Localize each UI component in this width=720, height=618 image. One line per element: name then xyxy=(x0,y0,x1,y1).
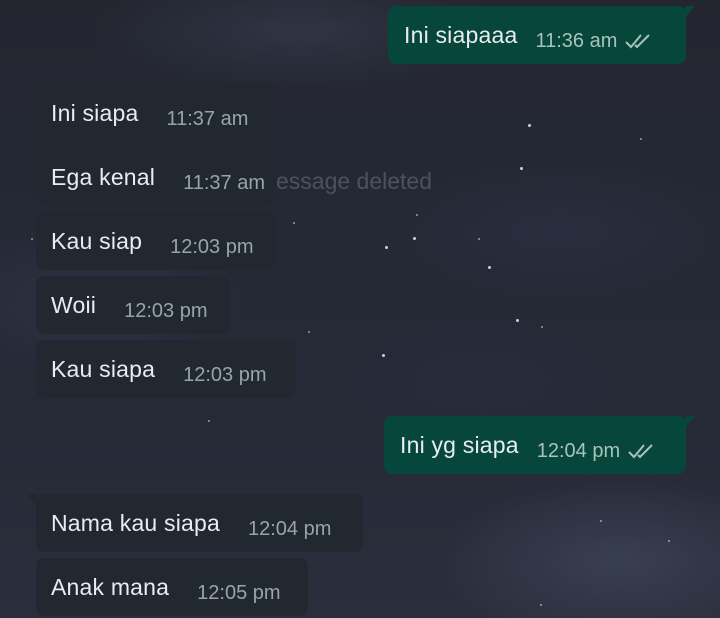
message-bubble-incoming[interactable]: Woii 12:03 pm xyxy=(36,276,230,334)
message-time: 11:36 am xyxy=(535,29,618,52)
message-text: Nama kau siapa xyxy=(51,509,220,536)
deleted-message-notice: essage deleted xyxy=(276,168,433,194)
message-text: Ini yg siapa xyxy=(400,431,519,458)
double-check-icon xyxy=(625,34,651,49)
message-text: Kau siap xyxy=(51,227,143,254)
message-time: 12:03 pm xyxy=(124,299,208,322)
double-check-icon xyxy=(628,444,653,459)
message-time: 12:04 pm xyxy=(248,517,332,540)
message-text: Woii xyxy=(51,291,97,318)
message-bubble-incoming[interactable]: Kau siapa 12:03 pm xyxy=(36,340,296,398)
message-bubble-outgoing[interactable]: Ini siapaaa 11:36 am xyxy=(388,6,695,64)
message-text: Kau siapa xyxy=(51,355,156,382)
message-text: Ini siapaaa xyxy=(404,21,518,48)
message-time: 12:05 pm xyxy=(197,581,281,604)
message-bubble-incoming[interactable]: Kau siap 12:03 pm xyxy=(36,212,278,270)
message-bubble-incoming[interactable]: Ega kenal 11:37 am xyxy=(36,148,276,206)
message-bubble-incoming[interactable]: Anak mana 12:05 pm xyxy=(36,558,308,616)
message-time: 11:37 am xyxy=(183,171,266,194)
message-text: Ega kenal xyxy=(51,163,156,190)
message-text: Anak mana xyxy=(51,573,170,600)
message-time: 11:37 am xyxy=(166,107,249,130)
message-text: Ini siapa xyxy=(51,99,139,126)
message-bubble-incoming[interactable]: Nama kau siapa 12:04 pm xyxy=(27,494,363,552)
message-bubble-outgoing[interactable]: Ini yg siapa 12:04 pm xyxy=(384,416,695,474)
message-time: 12:04 pm xyxy=(536,439,621,462)
message-time: 12:03 pm xyxy=(170,235,254,258)
message-bubble-incoming[interactable]: Ini siapa 11:37 am xyxy=(27,84,274,142)
message-time: 12:03 pm xyxy=(183,363,267,386)
